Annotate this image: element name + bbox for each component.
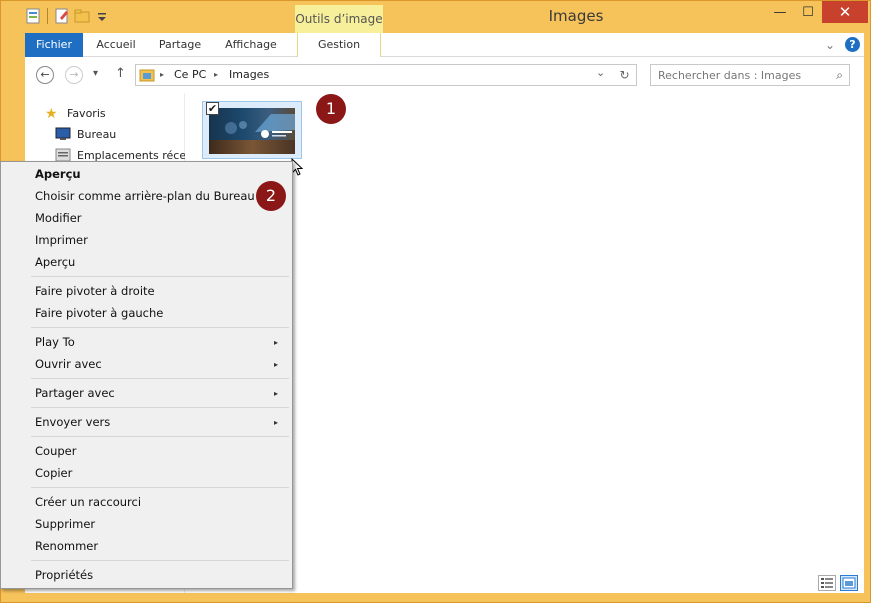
menu-separator (31, 378, 289, 379)
menu-item-set-desktop-background[interactable]: Choisir comme arrière-plan du Bureau (35, 189, 255, 203)
breadcrumb-separator: ▸ (160, 70, 165, 79)
picture-tools-group: Outils d’image (295, 5, 383, 33)
toolbar-divider (47, 8, 48, 24)
window-controls: — ☐ ✕ (766, 1, 868, 23)
menu-item-preview[interactable]: Aperçu (35, 255, 75, 269)
submenu-arrow-icon: ▸ (274, 338, 279, 347)
menu-item-rotate-right[interactable]: Faire pivoter à droite (35, 284, 155, 298)
maximize-button[interactable]: ☐ (794, 1, 822, 23)
menu-item-preview-default[interactable]: Aperçu (35, 167, 81, 181)
navigation-bar: ← → ▾ ↑ ▸ Ce PC ▸ Images ⌄ ↻ Rechercher … (25, 57, 864, 93)
tab-home[interactable]: Accueil (85, 33, 147, 57)
customize-toolbar-icon[interactable] (94, 8, 110, 24)
ribbon-tabs: Fichier Accueil Partage Affichage Gestio… (25, 33, 864, 57)
breadcrumb-separator: ▸ (214, 70, 219, 79)
breadcrumb-this-pc[interactable]: Ce PC (174, 68, 206, 81)
search-placeholder: Rechercher dans : Images (658, 69, 802, 82)
minimize-button[interactable]: — (766, 1, 794, 23)
menu-separator (31, 276, 289, 277)
favorites-star-icon: ★ (45, 106, 58, 122)
search-icon[interactable]: ⌕ (836, 68, 843, 83)
selection-checkbox[interactable]: ✔ (206, 102, 219, 115)
new-document-icon[interactable] (54, 8, 70, 24)
new-folder-icon[interactable] (74, 8, 90, 24)
search-input[interactable]: Rechercher dans : Images ⌕ (650, 64, 850, 86)
tab-manage[interactable]: Gestion (297, 33, 381, 57)
submenu-arrow-icon: ▸ (274, 360, 279, 369)
menu-item-create-shortcut[interactable]: Créer un raccourci (35, 495, 141, 509)
context-menu: Aperçu Choisir comme arrière-plan du Bur… (0, 161, 293, 589)
up-button[interactable]: ↑ (115, 66, 126, 81)
menu-separator (31, 327, 289, 328)
help-icon[interactable]: ? (845, 37, 860, 52)
menu-item-rename[interactable]: Renommer (35, 539, 98, 553)
menu-item-send-to[interactable]: Envoyer vers (35, 415, 110, 429)
menu-item-edit[interactable]: Modifier (35, 211, 82, 225)
menu-item-rotate-left[interactable]: Faire pivoter à gauche (35, 306, 163, 320)
image-thumbnail[interactable]: ✔ (202, 101, 302, 159)
window-title: Images (548, 7, 604, 25)
breadcrumb-images[interactable]: Images (229, 68, 269, 81)
menu-separator (31, 487, 289, 488)
image-preview (209, 108, 295, 154)
expand-ribbon-icon[interactable]: ⌄ (825, 38, 835, 52)
menu-separator (31, 560, 289, 561)
nav-desktop[interactable]: Bureau (77, 128, 116, 141)
quick-access-toolbar (25, 8, 110, 24)
address-dropdown-icon[interactable]: ⌄ (596, 66, 605, 79)
desktop-icon (55, 127, 71, 144)
menu-separator (31, 436, 289, 437)
details-view-icon[interactable] (818, 575, 836, 591)
title-bar: Outils d’image Images — ☐ ✕ (1, 1, 870, 33)
callout-badge-2: 2 (256, 181, 286, 211)
tab-share[interactable]: Partage (149, 33, 211, 57)
tab-file[interactable]: Fichier (25, 33, 83, 57)
address-bar[interactable]: ▸ Ce PC ▸ Images ⌄ (135, 64, 637, 86)
menu-item-share-with[interactable]: Partager avec (35, 386, 115, 400)
back-button[interactable]: ← (36, 66, 54, 84)
callout-badge-1: 1 (316, 94, 346, 124)
menu-item-print[interactable]: Imprimer (35, 233, 88, 247)
menu-item-open-with[interactable]: Ouvrir avec (35, 357, 102, 371)
large-icons-view-icon[interactable] (840, 575, 858, 591)
mouse-cursor-icon (291, 158, 304, 176)
menu-separator (31, 407, 289, 408)
nav-favorites[interactable]: Favoris (67, 107, 106, 120)
refresh-button[interactable]: ↻ (613, 64, 637, 86)
properties-icon[interactable] (25, 8, 41, 24)
ribbon-controls: ⌄ ? (825, 37, 860, 52)
submenu-arrow-icon: ▸ (274, 389, 279, 398)
submenu-arrow-icon: ▸ (274, 418, 279, 427)
menu-item-delete[interactable]: Supprimer (35, 517, 95, 531)
menu-item-properties[interactable]: Propriétés (35, 568, 93, 582)
forward-button[interactable]: → (65, 66, 83, 84)
pictures-folder-icon (139, 67, 155, 86)
recent-locations-button[interactable]: ▾ (93, 68, 98, 79)
close-button[interactable]: ✕ (822, 1, 868, 23)
menu-item-cut[interactable]: Couper (35, 444, 76, 458)
view-switcher (818, 575, 858, 591)
menu-item-play-to[interactable]: Play To (35, 335, 75, 349)
tab-view[interactable]: Affichage (217, 33, 285, 57)
menu-item-copy[interactable]: Copier (35, 466, 72, 480)
